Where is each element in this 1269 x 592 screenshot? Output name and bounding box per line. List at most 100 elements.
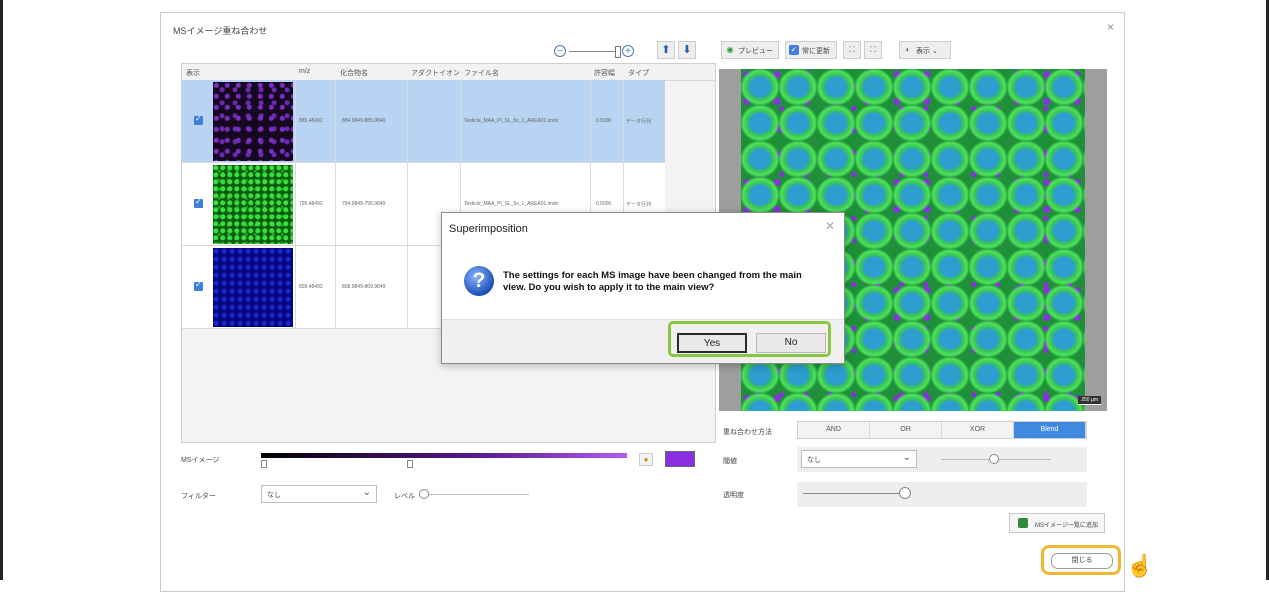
ms-thumbnail bbox=[213, 165, 293, 244]
display-label: 表示 bbox=[916, 48, 930, 55]
filter-select-value: なし bbox=[267, 492, 281, 499]
cell-mz: 809.48492 bbox=[299, 284, 323, 290]
window-title: MSイメージ重ね合わせ bbox=[173, 26, 268, 36]
level-label: レベル bbox=[394, 493, 415, 500]
column-divider bbox=[407, 163, 408, 245]
header-compound: 化合物名 bbox=[340, 70, 368, 77]
zoom-out-icon[interactable]: − bbox=[554, 45, 566, 57]
table-row[interactable]: 885.48492 884.9849-885.9849 Testicle_MAA… bbox=[182, 80, 665, 163]
close-button-highlight: 閉じる bbox=[1041, 545, 1121, 575]
cell-mz: 885.48492 bbox=[299, 118, 323, 124]
level-slider-knob[interactable] bbox=[419, 489, 429, 499]
actual-size-icon: ⛶ bbox=[870, 45, 876, 54]
display-dropdown[interactable]: ◐ 表示 ⌄ bbox=[899, 41, 951, 59]
header-mz: m/z bbox=[299, 68, 311, 75]
superimposition-dialog: Superimposition ✕ ? The settings for eac… bbox=[441, 212, 845, 364]
filter-select[interactable]: なし ⌄ bbox=[261, 485, 377, 503]
actual-size-button[interactable]: ⛶ bbox=[864, 41, 882, 59]
column-divider bbox=[295, 80, 296, 162]
threshold-slider-knob[interactable] bbox=[989, 454, 999, 464]
gradient-max-handle[interactable] bbox=[407, 460, 413, 468]
chevron-down-icon: ⌄ bbox=[902, 452, 911, 463]
level-slider[interactable] bbox=[419, 494, 529, 495]
cell-type: データ行列 bbox=[626, 119, 652, 125]
add-to-list-label: MSイメージ一覧に追加 bbox=[1035, 523, 1098, 529]
palette-button[interactable]: ● bbox=[639, 453, 653, 466]
hand-cursor-icon: ☝ bbox=[1126, 553, 1154, 578]
header-tolerance: 許容幅 bbox=[594, 70, 615, 77]
header-display: 表示 bbox=[186, 70, 200, 77]
cell-tolerance: 0.5000 bbox=[596, 118, 612, 124]
dialog-title: Superimposition bbox=[449, 223, 528, 235]
column-divider bbox=[407, 246, 408, 328]
dialog-close-icon[interactable]: ✕ bbox=[825, 219, 835, 233]
color-swatch[interactable] bbox=[665, 451, 695, 467]
column-divider bbox=[335, 80, 336, 162]
threshold-label: 閾値 bbox=[723, 458, 737, 465]
add-to-list-button[interactable]: MSイメージ一覧に追加 bbox=[1009, 513, 1105, 533]
auto-update-toggle[interactable]: ✓ 常に更新 bbox=[785, 41, 837, 59]
header-type: タイプ bbox=[628, 70, 649, 77]
method-segmented-control[interactable]: AND OR XOR Blend bbox=[797, 421, 1087, 439]
close-icon[interactable]: × bbox=[1107, 20, 1114, 34]
zoom-slider-knob[interactable] bbox=[615, 45, 621, 58]
buttons-highlight bbox=[668, 321, 831, 357]
method-or[interactable]: OR bbox=[870, 422, 942, 438]
checkbox-checked-icon: ✓ bbox=[789, 45, 799, 55]
header-adduct: アダクトイオン bbox=[411, 70, 460, 77]
move-up-button[interactable]: ⬆ bbox=[657, 41, 675, 59]
preview-button[interactable]: ◉ プレビュー bbox=[721, 41, 779, 59]
cell-file: Testicle_MAA_PI_SL_5x_1_AREA01.imdx bbox=[464, 201, 559, 207]
check-circle-icon: ◉ bbox=[726, 45, 734, 54]
column-divider bbox=[295, 246, 296, 328]
cell-range: 794.9849-795.9849 bbox=[342, 201, 386, 207]
opacity-label: 透明度 bbox=[723, 492, 744, 499]
cell-type: データ行列 bbox=[626, 202, 652, 208]
ms-thumbnail bbox=[213, 82, 293, 161]
display-checkbox[interactable] bbox=[194, 197, 203, 208]
column-divider bbox=[335, 246, 336, 328]
column-divider bbox=[623, 80, 624, 162]
scale-bar: 250 μm bbox=[1078, 396, 1101, 405]
close-button[interactable]: 閉じる bbox=[1051, 553, 1113, 569]
ms-thumbnail bbox=[213, 248, 293, 327]
column-divider bbox=[460, 80, 461, 162]
zoom-slider[interactable] bbox=[569, 45, 621, 58]
arrow-down-icon: ⬇ bbox=[682, 44, 692, 56]
dialog-message: The settings for each MS image have been… bbox=[503, 270, 802, 293]
fit-screen-icon: ⛶ bbox=[849, 45, 855, 54]
add-image-icon bbox=[1018, 518, 1028, 528]
method-xor[interactable]: XOR bbox=[942, 422, 1014, 438]
column-divider bbox=[407, 80, 408, 162]
fit-button[interactable]: ⛶ bbox=[843, 41, 861, 59]
method-and[interactable]: AND bbox=[798, 422, 870, 438]
cell-range: 808.9849-809.9849 bbox=[342, 284, 386, 290]
move-down-button[interactable]: ⬇ bbox=[678, 41, 696, 59]
filter-label: フィルター bbox=[181, 493, 216, 500]
cell-range: 884.9849-885.9849 bbox=[342, 118, 386, 124]
header-file: ファイル名 bbox=[464, 70, 499, 77]
chevron-down-icon: ⌄ bbox=[931, 48, 938, 55]
chevron-down-icon: ⌄ bbox=[362, 487, 371, 498]
frame-left-border bbox=[0, 0, 3, 580]
opacity-slider-knob[interactable] bbox=[899, 487, 911, 499]
question-icon: ? bbox=[464, 266, 494, 296]
zoom-control[interactable]: − + bbox=[554, 43, 634, 59]
threshold-select[interactable]: なし ⌄ bbox=[801, 450, 917, 468]
zoom-in-icon[interactable]: + bbox=[622, 45, 634, 57]
display-checkbox[interactable] bbox=[194, 114, 203, 125]
table-header: 表示 m/z 化合物名 アダクトイオン ファイル名 許容幅 タイプ bbox=[182, 64, 715, 81]
preview-label: プレビュー bbox=[738, 48, 773, 55]
opacity-row bbox=[797, 482, 1087, 507]
method-label: 重ね合わせ方法 bbox=[723, 429, 772, 436]
color-gradient-bar[interactable] bbox=[261, 453, 627, 458]
display-checkbox[interactable] bbox=[194, 280, 203, 291]
gradient-min-handle[interactable] bbox=[261, 460, 267, 468]
msimage-label: MSイメージ bbox=[181, 457, 220, 464]
method-blend[interactable]: Blend bbox=[1014, 422, 1086, 438]
cell-tolerance: 0.5000 bbox=[596, 201, 612, 207]
cell-mz: 795.48492 bbox=[299, 201, 323, 207]
eye-icon: ◐ bbox=[905, 45, 911, 54]
column-divider bbox=[295, 163, 296, 245]
opacity-slider[interactable] bbox=[803, 493, 903, 494]
